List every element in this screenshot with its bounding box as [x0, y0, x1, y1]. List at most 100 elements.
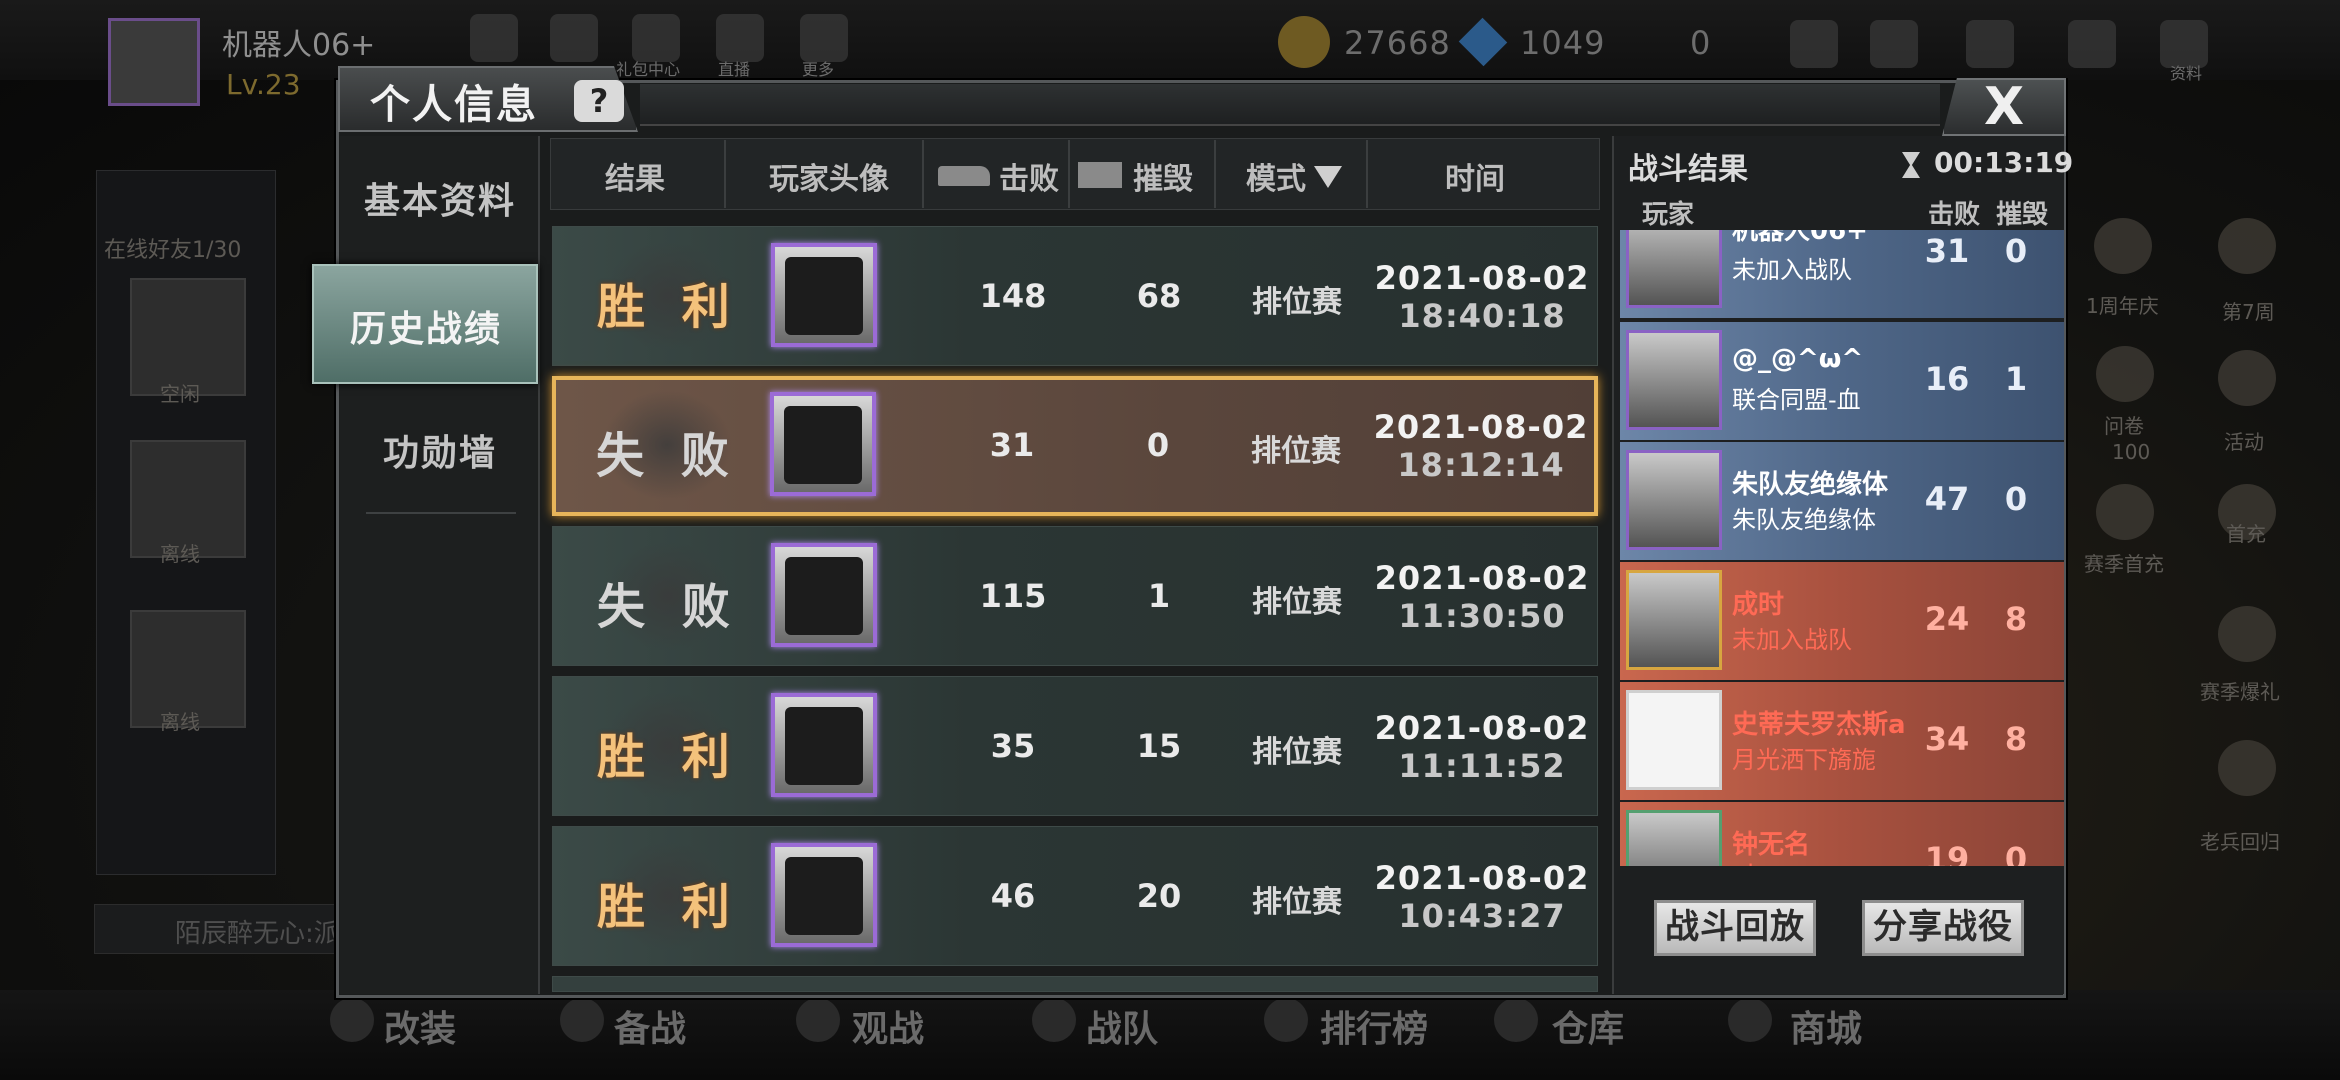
player-name: 成时 [1732, 590, 1785, 620]
season-gift-label: 赛季爆礼 [2200, 680, 2280, 704]
menu-history[interactable]: 历史战绩 [326, 300, 526, 352]
kills-value: 31 [989, 426, 1035, 464]
player-name: 钟无名 [1732, 830, 1811, 860]
season-gift-icon[interactable] [2218, 606, 2276, 662]
leaderboard-icon [1264, 998, 1308, 1042]
week7-icon[interactable] [2218, 218, 2276, 274]
player-kills: 47 [1924, 480, 1970, 518]
date-value: 2021-08-02 [1374, 859, 1590, 897]
help-button[interactable]: ? [574, 80, 624, 122]
season-recharge-icon[interactable] [2096, 484, 2154, 540]
ticket-amount: 0 [1690, 24, 1712, 62]
header-mode[interactable]: 模式 [1236, 154, 1316, 198]
chat-bar[interactable]: 陌辰醉无心:派 [94, 904, 354, 954]
nav-spectate[interactable]: 观战 [852, 1000, 924, 1052]
destroys-value: 68 [1136, 277, 1182, 315]
gift-center-icon[interactable] [632, 14, 680, 62]
result-text: 失 败 [597, 579, 740, 635]
header-divider [1366, 140, 1368, 208]
community-icon[interactable] [470, 14, 518, 62]
destroys-value: 0 [1146, 426, 1170, 464]
player-kills: 19 [1924, 840, 1970, 866]
menu-basic-info[interactable]: 基本资料 [340, 172, 540, 224]
history-row-selected[interactable]: 失 败 31 0 排位赛 2021-08-02 18:12:14 [552, 376, 1598, 516]
history-row[interactable]: 胜 利 35 15 排位赛 2021-08-02 11:11:52 [552, 676, 1598, 816]
anniversary-icon[interactable] [2094, 218, 2152, 274]
player-avatar [771, 243, 877, 347]
date-value: 2021-08-02 [1374, 259, 1590, 297]
mail-icon[interactable] [1966, 20, 2014, 68]
player-row[interactable]: 朱队友绝缘体 朱队友绝缘体 47 0 [1620, 442, 2064, 560]
player-level: Lv.23 [226, 68, 301, 101]
nav-shop[interactable]: 商城 [1790, 1000, 1862, 1052]
activity-icon[interactable] [2218, 350, 2276, 406]
gear-icon[interactable] [2068, 20, 2116, 68]
veteran-return-label: 老兵回归 [2200, 830, 2280, 854]
profile-label: 资料 [2170, 64, 2203, 83]
player-destroys: 0 [2004, 232, 2028, 270]
week7-label: 第7周 [2222, 300, 2275, 324]
player-list[interactable]: 机器人06+ 未加入战队 31 0 @_@^ω^ 联合同盟-血 16 1 朱队友… [1620, 230, 2064, 866]
avatar-image [785, 857, 863, 935]
player-name: 机器人06+ [1732, 230, 1868, 246]
history-row-partial[interactable] [552, 976, 1598, 992]
add-icon[interactable] [1790, 20, 1838, 68]
history-row[interactable]: 胜 利 46 20 排位赛 2021-08-02 10:43:27 [552, 826, 1598, 966]
veteran-return-icon[interactable] [2218, 740, 2276, 796]
chef-icon[interactable] [550, 14, 598, 62]
time-value: 18:12:14 [1397, 446, 1565, 484]
live-icon[interactable] [716, 14, 764, 62]
more-icon[interactable] [800, 14, 848, 62]
player-avatar [770, 392, 876, 496]
player-avatar [771, 543, 877, 647]
share-battle-button[interactable]: 分享战役 [1862, 900, 2024, 956]
player-avatar[interactable] [108, 18, 200, 106]
player-kills: 34 [1924, 720, 1970, 758]
nav-warehouse[interactable]: 仓库 [1552, 1000, 1624, 1052]
shop-icon [1728, 998, 1772, 1042]
friends-icon[interactable] [1870, 20, 1918, 68]
nav-prepare[interactable]: 备战 [614, 1000, 686, 1052]
result-text: 胜 利 [597, 879, 740, 935]
kills-value: 46 [990, 877, 1036, 915]
player-avatar [1626, 230, 1722, 308]
gold-amount: 27668 [1344, 24, 1451, 62]
mode-value: 排位赛 [1251, 434, 1341, 469]
battle-replay-button[interactable]: 战斗回放 [1654, 900, 1816, 956]
player-destroys: 0 [2004, 840, 2028, 866]
friend-status: 空闲 [160, 382, 200, 406]
time-value: 18:40:18 [1398, 297, 1566, 335]
avatar-image [785, 557, 863, 635]
nav-leaderboard[interactable]: 排行榜 [1320, 1000, 1428, 1052]
survey-icon[interactable] [2096, 346, 2154, 402]
header-divider [1214, 140, 1216, 208]
player-kills: 16 [1924, 360, 1970, 398]
player-row[interactable]: 机器人06+ 未加入战队 31 0 [1620, 230, 2064, 318]
player-row[interactable]: 史蒂夫罗杰斯a 月光洒下旖旎 34 8 [1620, 682, 2064, 800]
history-row[interactable]: 胜 利 148 68 排位赛 2021-08-02 18:40:18 [552, 226, 1598, 366]
player-avatar [1626, 690, 1722, 790]
warehouse-icon [1494, 998, 1538, 1042]
dialog-title-strip [640, 84, 1940, 126]
nav-modify[interactable]: 改装 [384, 1000, 456, 1052]
player-row[interactable]: 钟无名 please 19 0 [1620, 802, 2064, 866]
time-value: 11:11:52 [1398, 747, 1566, 785]
player-kills: 24 [1924, 600, 1970, 638]
battle-result-title: 战斗结果 [1628, 152, 1748, 187]
player-name: 机器人06+ [222, 28, 376, 63]
player-destroys: 1 [2004, 360, 2028, 398]
nav-clan[interactable]: 战队 [1086, 1000, 1158, 1052]
menu-medal-wall[interactable]: 功勋墙 [340, 424, 540, 476]
menu-divider [366, 512, 516, 514]
kills-value: 115 [979, 577, 1047, 615]
diamond-amount: 1049 [1520, 24, 1606, 62]
close-button[interactable]: X [1942, 78, 2066, 136]
history-row[interactable]: 失 败 115 1 排位赛 2021-08-02 11:30:50 [552, 526, 1598, 666]
player-avatar [1626, 810, 1722, 866]
header-destroys: 摧毁 [1133, 162, 1193, 197]
mode-filter-triangle-icon[interactable] [1314, 166, 1342, 188]
player-row[interactable]: @_@^ω^ 联合同盟-血 16 1 [1620, 322, 2064, 440]
battle-timer: 00:13:19 [1934, 146, 2074, 179]
player-row[interactable]: 成时 未加入战队 24 8 [1620, 562, 2064, 680]
avatar-image [784, 406, 862, 484]
